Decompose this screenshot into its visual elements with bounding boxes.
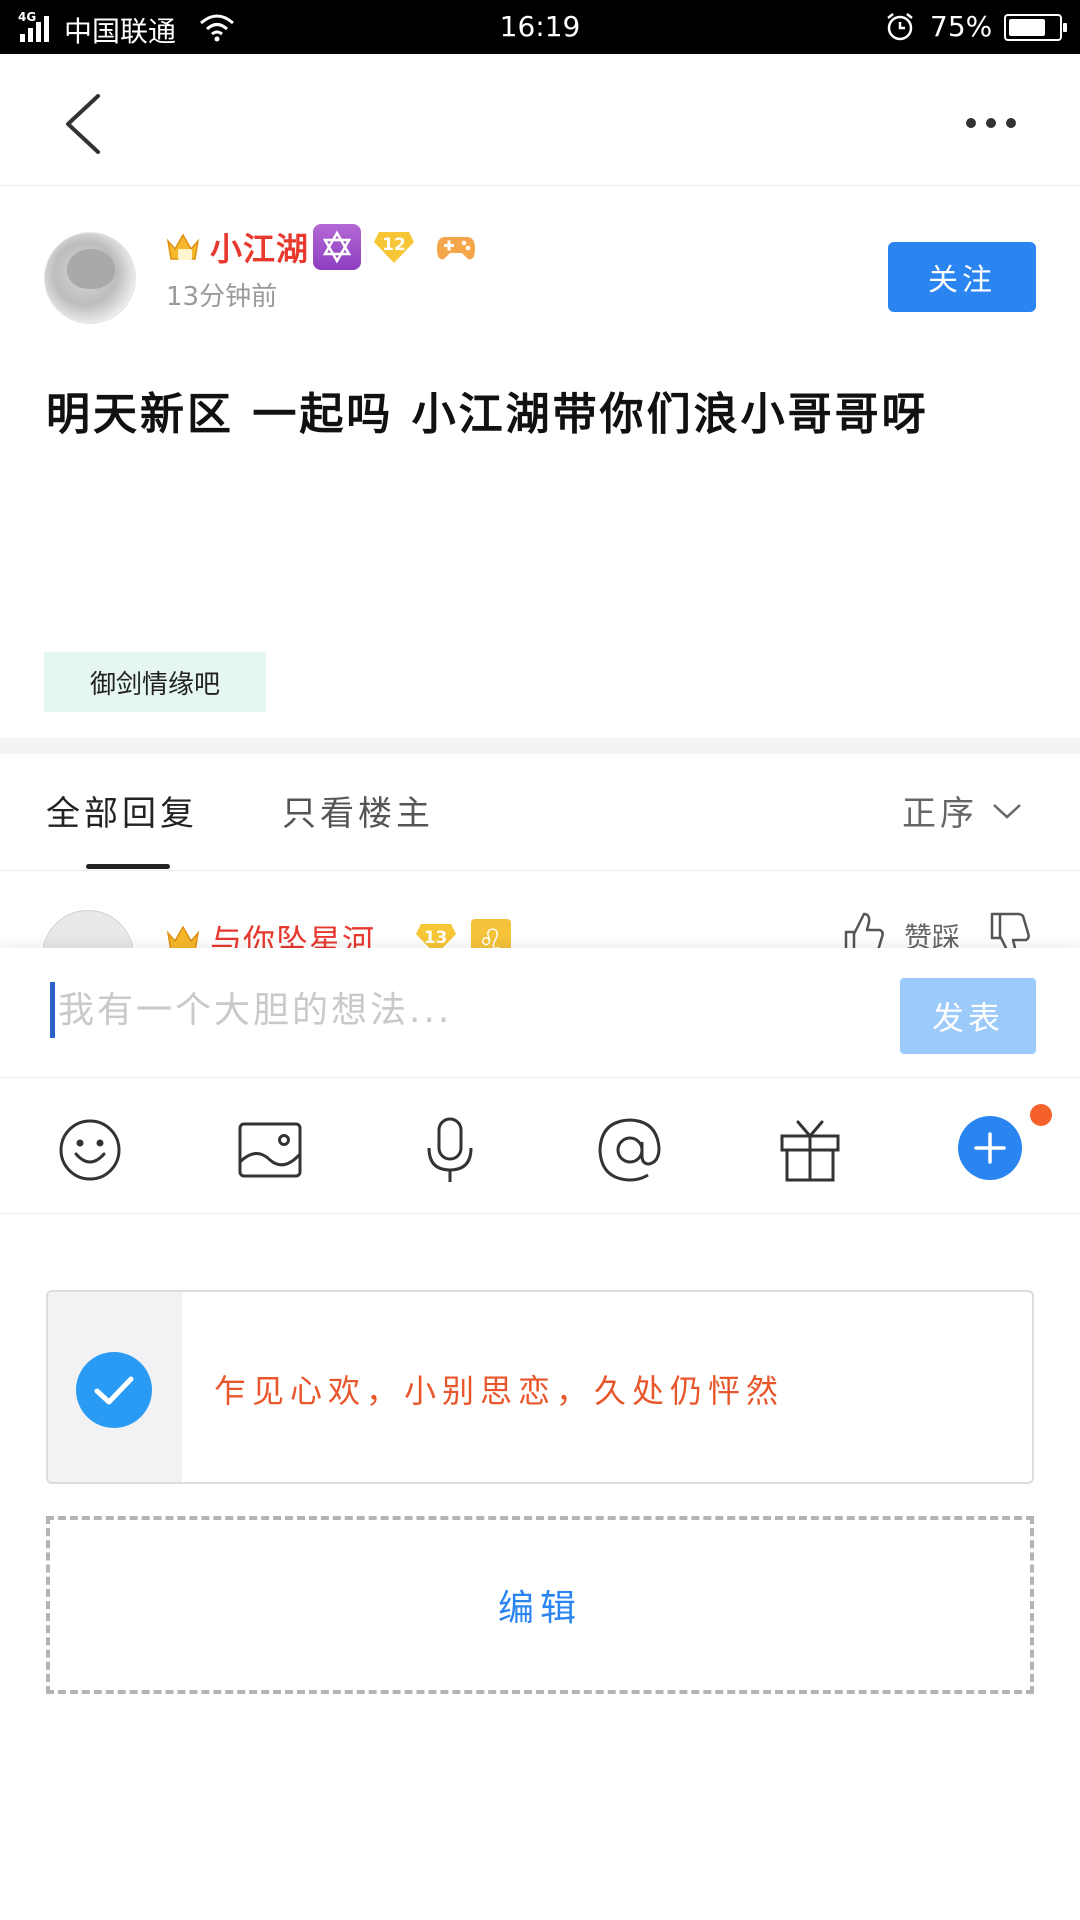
image-icon[interactable] — [236, 1116, 304, 1184]
reply-input[interactable] — [50, 978, 870, 1042]
toolbar-divider — [0, 1213, 1080, 1214]
active-tab-indicator — [86, 864, 170, 869]
nav-bar — [0, 54, 1080, 186]
sort-order-label: 正序 — [902, 794, 978, 834]
battery-icon — [1004, 14, 1067, 41]
author-name[interactable]: 小江湖 — [210, 224, 309, 270]
edit-signature-button[interactable]: 编辑 — [46, 1516, 1034, 1694]
microphone-icon[interactable] — [416, 1116, 484, 1184]
checkmark-icon — [76, 1352, 152, 1428]
compose-divider — [0, 1077, 1080, 1078]
signature-text: 乍见心欢，小别思恋，久处仍怦然 — [214, 1372, 785, 1410]
tab-all-replies[interactable]: 全部回复 — [46, 786, 198, 835]
clock-time: 16:19 — [499, 10, 581, 43]
forum-tag[interactable]: 御剑情缘吧 — [44, 652, 266, 712]
level-badge: 12 — [373, 230, 415, 264]
star-of-david-icon — [313, 224, 362, 270]
author-avatar[interactable] — [44, 232, 136, 324]
tabs-divider — [0, 870, 1080, 871]
plus-icon[interactable] — [958, 1116, 1022, 1180]
leo-icon: ♌ — [470, 919, 511, 948]
sort-order-select[interactable]: 正序 — [902, 786, 1022, 835]
author-line: 小江湖 12 — [166, 222, 477, 272]
reply-author-name[interactable]: 与你坠星河... — [210, 916, 409, 948]
notification-dot — [1030, 1104, 1052, 1126]
at-icon[interactable] — [596, 1116, 664, 1184]
publish-button[interactable]: 发表 — [900, 978, 1036, 1054]
chevron-left-icon[interactable] — [60, 92, 110, 156]
reply-author-line: 与你坠星河... 13 ♌ — [166, 916, 511, 948]
chevron-down-icon — [993, 803, 1021, 819]
level-badge: 13 — [415, 922, 457, 948]
gamepad-icon — [437, 237, 476, 260]
section-divider — [0, 738, 1080, 754]
check-area — [48, 1292, 182, 1482]
follow-button[interactable]: 关注 — [888, 242, 1036, 312]
more-dots-icon[interactable] — [958, 108, 1024, 138]
vote-label: 赞踩 — [904, 921, 961, 948]
post-content: 明天新区 一起吗 小江湖带你们浪小哥哥呀 — [46, 389, 929, 440]
reply-avatar[interactable] — [42, 910, 134, 948]
post-detail-screen: 4G 中国联通 16:19 75% 小江湖 12 13分钟前 关注 明天新区 一… — [0, 0, 1080, 1920]
tab-owner-only[interactable]: 只看楼主 — [282, 786, 434, 835]
text-cursor — [50, 982, 55, 1038]
compose-panel: 发表 — [0, 948, 1080, 1920]
thumbs-up-icon[interactable] — [842, 910, 886, 948]
edit-label: 编辑 — [497, 1588, 582, 1629]
thumbs-down-icon[interactable] — [988, 910, 1032, 948]
status-bar: 4G 中国联通 16:19 75% — [0, 0, 1080, 54]
battery-percent: 75% — [930, 10, 993, 43]
crown-icon — [166, 233, 200, 260]
crown-icon — [166, 925, 200, 948]
post-timestamp: 13分钟前 — [166, 282, 278, 312]
signature-option[interactable]: 乍见心欢，小别思恋，久处仍怦然 — [46, 1290, 1034, 1484]
reply-item: 与你坠星河... 13 ♌ 赞踩 — [0, 880, 1080, 948]
alarm-icon — [887, 13, 913, 41]
emoji-icon[interactable] — [56, 1116, 124, 1184]
gift-icon[interactable] — [776, 1116, 844, 1184]
